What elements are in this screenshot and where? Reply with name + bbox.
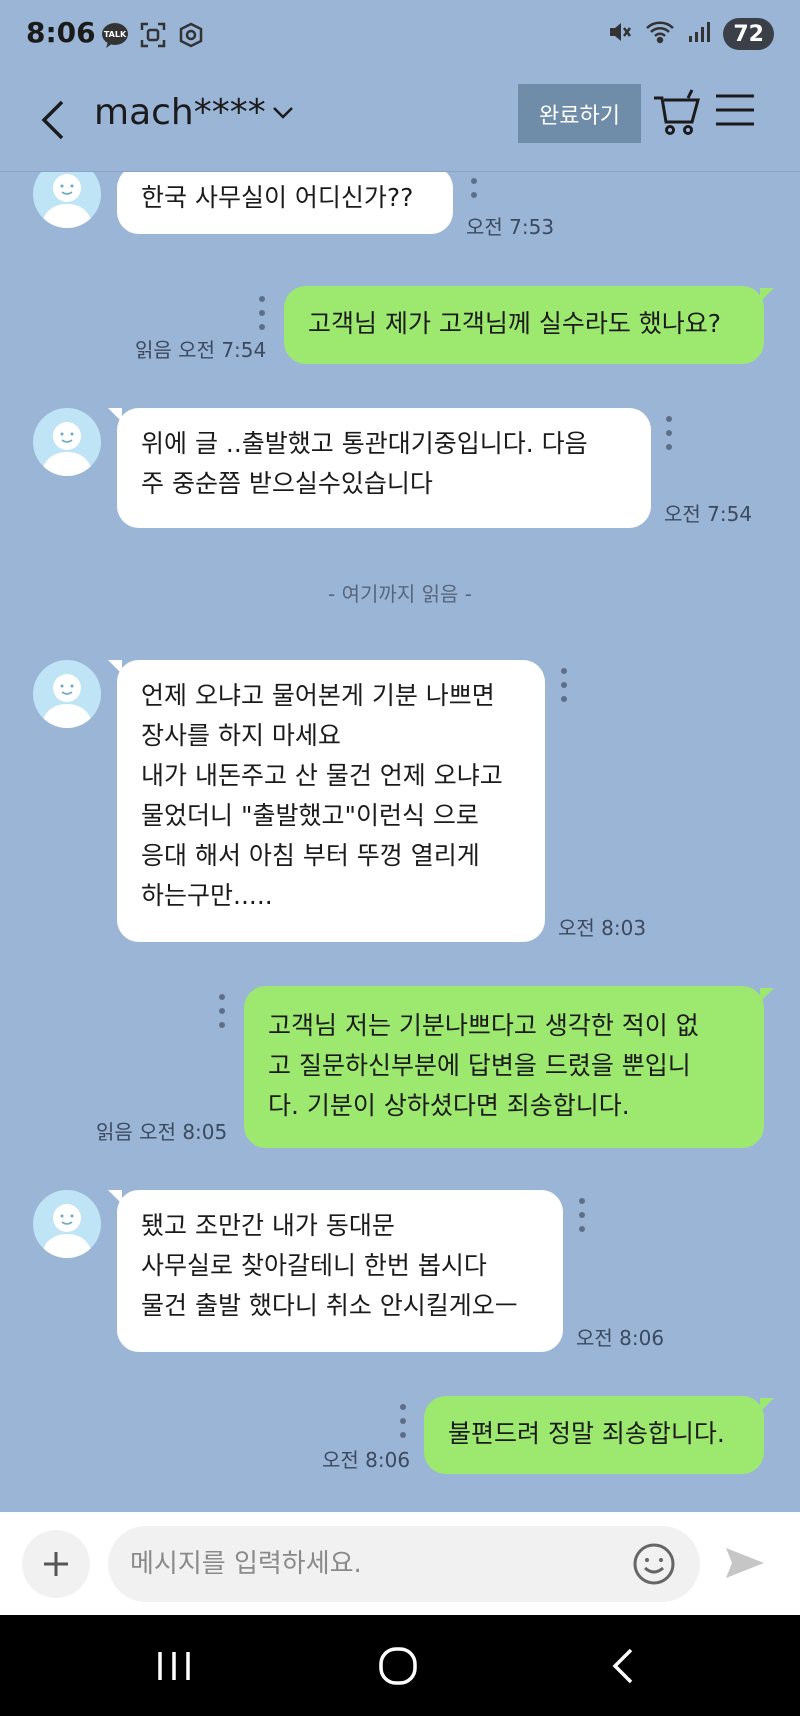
message-time: 오전 8:06	[576, 1326, 665, 1350]
message-line: 한국 사무실이 어디신가??	[141, 183, 414, 212]
chat-area[interactable]: 한국 사무실이 어디신가?? 오전 7:53 고객님 제가 고객님께 실수라도 …	[0, 172, 800, 1512]
message-time: 오전 8:05	[139, 1120, 228, 1144]
emoji-icon	[633, 1543, 675, 1585]
recent-apps-button[interactable]	[144, 1641, 204, 1691]
message-line: 물건 출발 했다니 취소 안시킬게오ㅡ	[141, 1291, 518, 1320]
back-button[interactable]	[28, 90, 78, 150]
message-time: 오전 8:06	[322, 1448, 411, 1472]
more-options-icon[interactable]	[664, 416, 674, 450]
back-icon	[41, 100, 64, 140]
plus-icon	[44, 1552, 68, 1576]
avatar[interactable]	[33, 172, 101, 228]
message-line: 다. 기분이 상하셨다면 죄송합니다.	[268, 1091, 630, 1120]
emoji-button[interactable]	[632, 1542, 676, 1586]
message-bubble-outgoing[interactable]: 고객님 제가 고객님께 실수라도 했나요?	[284, 286, 764, 364]
chat-title-button[interactable]: mach****	[94, 92, 294, 133]
message-line: 내가 내돈주고 산 물건 언제 오냐고	[141, 761, 503, 790]
default-profile-icon	[41, 1204, 93, 1258]
message-time: 오전 7:54	[178, 338, 267, 362]
message-line: 응대 해서 아침 부터 뚜껑 열리게	[141, 841, 480, 870]
read-divider: - 여기까지 읽음 -	[328, 582, 472, 606]
attach-button[interactable]	[22, 1530, 90, 1598]
chat-header: mach**** 완료하기	[0, 72, 800, 172]
message-bubble-incoming[interactable]: 한국 사무실이 어디신가??	[117, 172, 453, 234]
message-line: 하는구만.....	[141, 881, 273, 910]
message-line: 주 중순쯤 받으실수있습니다	[141, 469, 433, 498]
cart-icon	[654, 89, 700, 135]
home-button[interactable]	[368, 1641, 428, 1691]
bubble-tail	[760, 288, 774, 302]
message-line: 물었더니 "출발했고"이런식 으로	[141, 801, 479, 830]
mute-icon	[607, 19, 633, 49]
message-line: 위에 글 ..출발했고 통관대기중입니다. 다음	[141, 429, 588, 458]
system-back-button[interactable]	[592, 1641, 652, 1691]
message-line: 불편드려 정말 죄송합니다.	[448, 1419, 725, 1448]
default-profile-icon	[41, 422, 93, 476]
message-line: 고객님 제가 고객님께 실수라도 했나요?	[308, 309, 722, 338]
avatar[interactable]	[33, 408, 101, 476]
default-profile-icon	[41, 174, 93, 228]
signal-icon	[687, 20, 711, 48]
message-time: 오전 8:03	[558, 916, 647, 940]
message-bubble-incoming[interactable]: 됐고 조만간 내가 동대문 사무실로 찾아갈테니 한번 봅시다 물건 출발 했다…	[117, 1190, 563, 1352]
message-bubble-outgoing[interactable]: 고객님 저는 기분나쁘다고 생각한 적이 없 고 질문하신부분에 답변을 드렸을…	[244, 986, 764, 1148]
more-options-icon[interactable]	[257, 296, 267, 330]
message-input[interactable]	[108, 1526, 700, 1602]
status-left-icons: TALK	[100, 20, 206, 50]
more-options-icon[interactable]	[398, 1404, 408, 1438]
send-button[interactable]	[722, 1540, 768, 1586]
svg-text:TALK: TALK	[104, 30, 127, 39]
done-button[interactable]: 완료하기	[518, 84, 641, 143]
message-time: 오전 7:53	[466, 215, 555, 239]
message-line: 언제 오냐고 물어본게 기분 나쁘면	[141, 681, 495, 710]
bubble-tail	[760, 1398, 774, 1412]
more-options-icon[interactable]	[559, 668, 569, 702]
status-time: 8:06	[26, 16, 96, 49]
status-right-icons: 72	[607, 18, 774, 50]
app-notification-icon	[176, 20, 206, 50]
message-line: 고 질문하신부분에 답변을 드렸을 뿐입니	[268, 1051, 691, 1080]
home-icon	[379, 1647, 417, 1685]
message-bubble-outgoing[interactable]: 불편드려 정말 죄송합니다.	[424, 1396, 764, 1474]
recent-apps-icon	[158, 1652, 190, 1680]
avatar[interactable]	[33, 660, 101, 728]
wifi-icon	[645, 19, 675, 49]
message-line: 고객님 저는 기분나쁘다고 생각한 적이 없	[268, 1011, 699, 1040]
system-navigation-bar	[0, 1615, 800, 1716]
kakaotalk-notification-icon: TALK	[100, 20, 130, 50]
chat-title: mach****	[94, 92, 266, 133]
cart-button[interactable]	[650, 86, 704, 140]
chevron-down-icon	[272, 106, 293, 119]
read-status: 읽음	[135, 338, 172, 362]
battery-icon: 72	[723, 18, 774, 50]
battery-level: 72	[733, 21, 764, 47]
message-line: 사무실로 찾아갈테니 한번 봅시다	[141, 1251, 487, 1280]
message-time: 오전 7:54	[664, 502, 753, 526]
menu-button[interactable]	[712, 90, 760, 138]
message-read-time: 읽음 오전 7:54	[135, 334, 266, 363]
message-bubble-incoming[interactable]: 언제 오냐고 물어본게 기분 나쁘면 장사를 하지 마세요 내가 내돈주고 산 …	[117, 660, 545, 942]
more-options-icon[interactable]	[577, 1198, 587, 1232]
more-options-icon[interactable]	[217, 994, 227, 1028]
menu-icon	[716, 94, 754, 126]
send-icon	[726, 1548, 764, 1578]
avatar[interactable]	[33, 1190, 101, 1258]
message-input-bar	[0, 1512, 800, 1615]
status-bar: 8:06 TALK 72	[0, 0, 800, 72]
more-options-icon[interactable]	[469, 172, 479, 198]
read-status: 읽음	[96, 1120, 133, 1144]
default-profile-icon	[41, 674, 93, 728]
screenshot-icon	[138, 20, 168, 50]
back-icon	[612, 1648, 633, 1684]
message-line: 됐고 조만간 내가 동대문	[141, 1211, 395, 1240]
message-read-time: 읽음 오전 8:05	[96, 1116, 227, 1145]
message-bubble-incoming[interactable]: 위에 글 ..출발했고 통관대기중입니다. 다음 주 중순쯤 받으실수있습니다	[117, 408, 651, 528]
message-line: 장사를 하지 마세요	[141, 721, 341, 750]
bubble-tail	[760, 988, 774, 1002]
